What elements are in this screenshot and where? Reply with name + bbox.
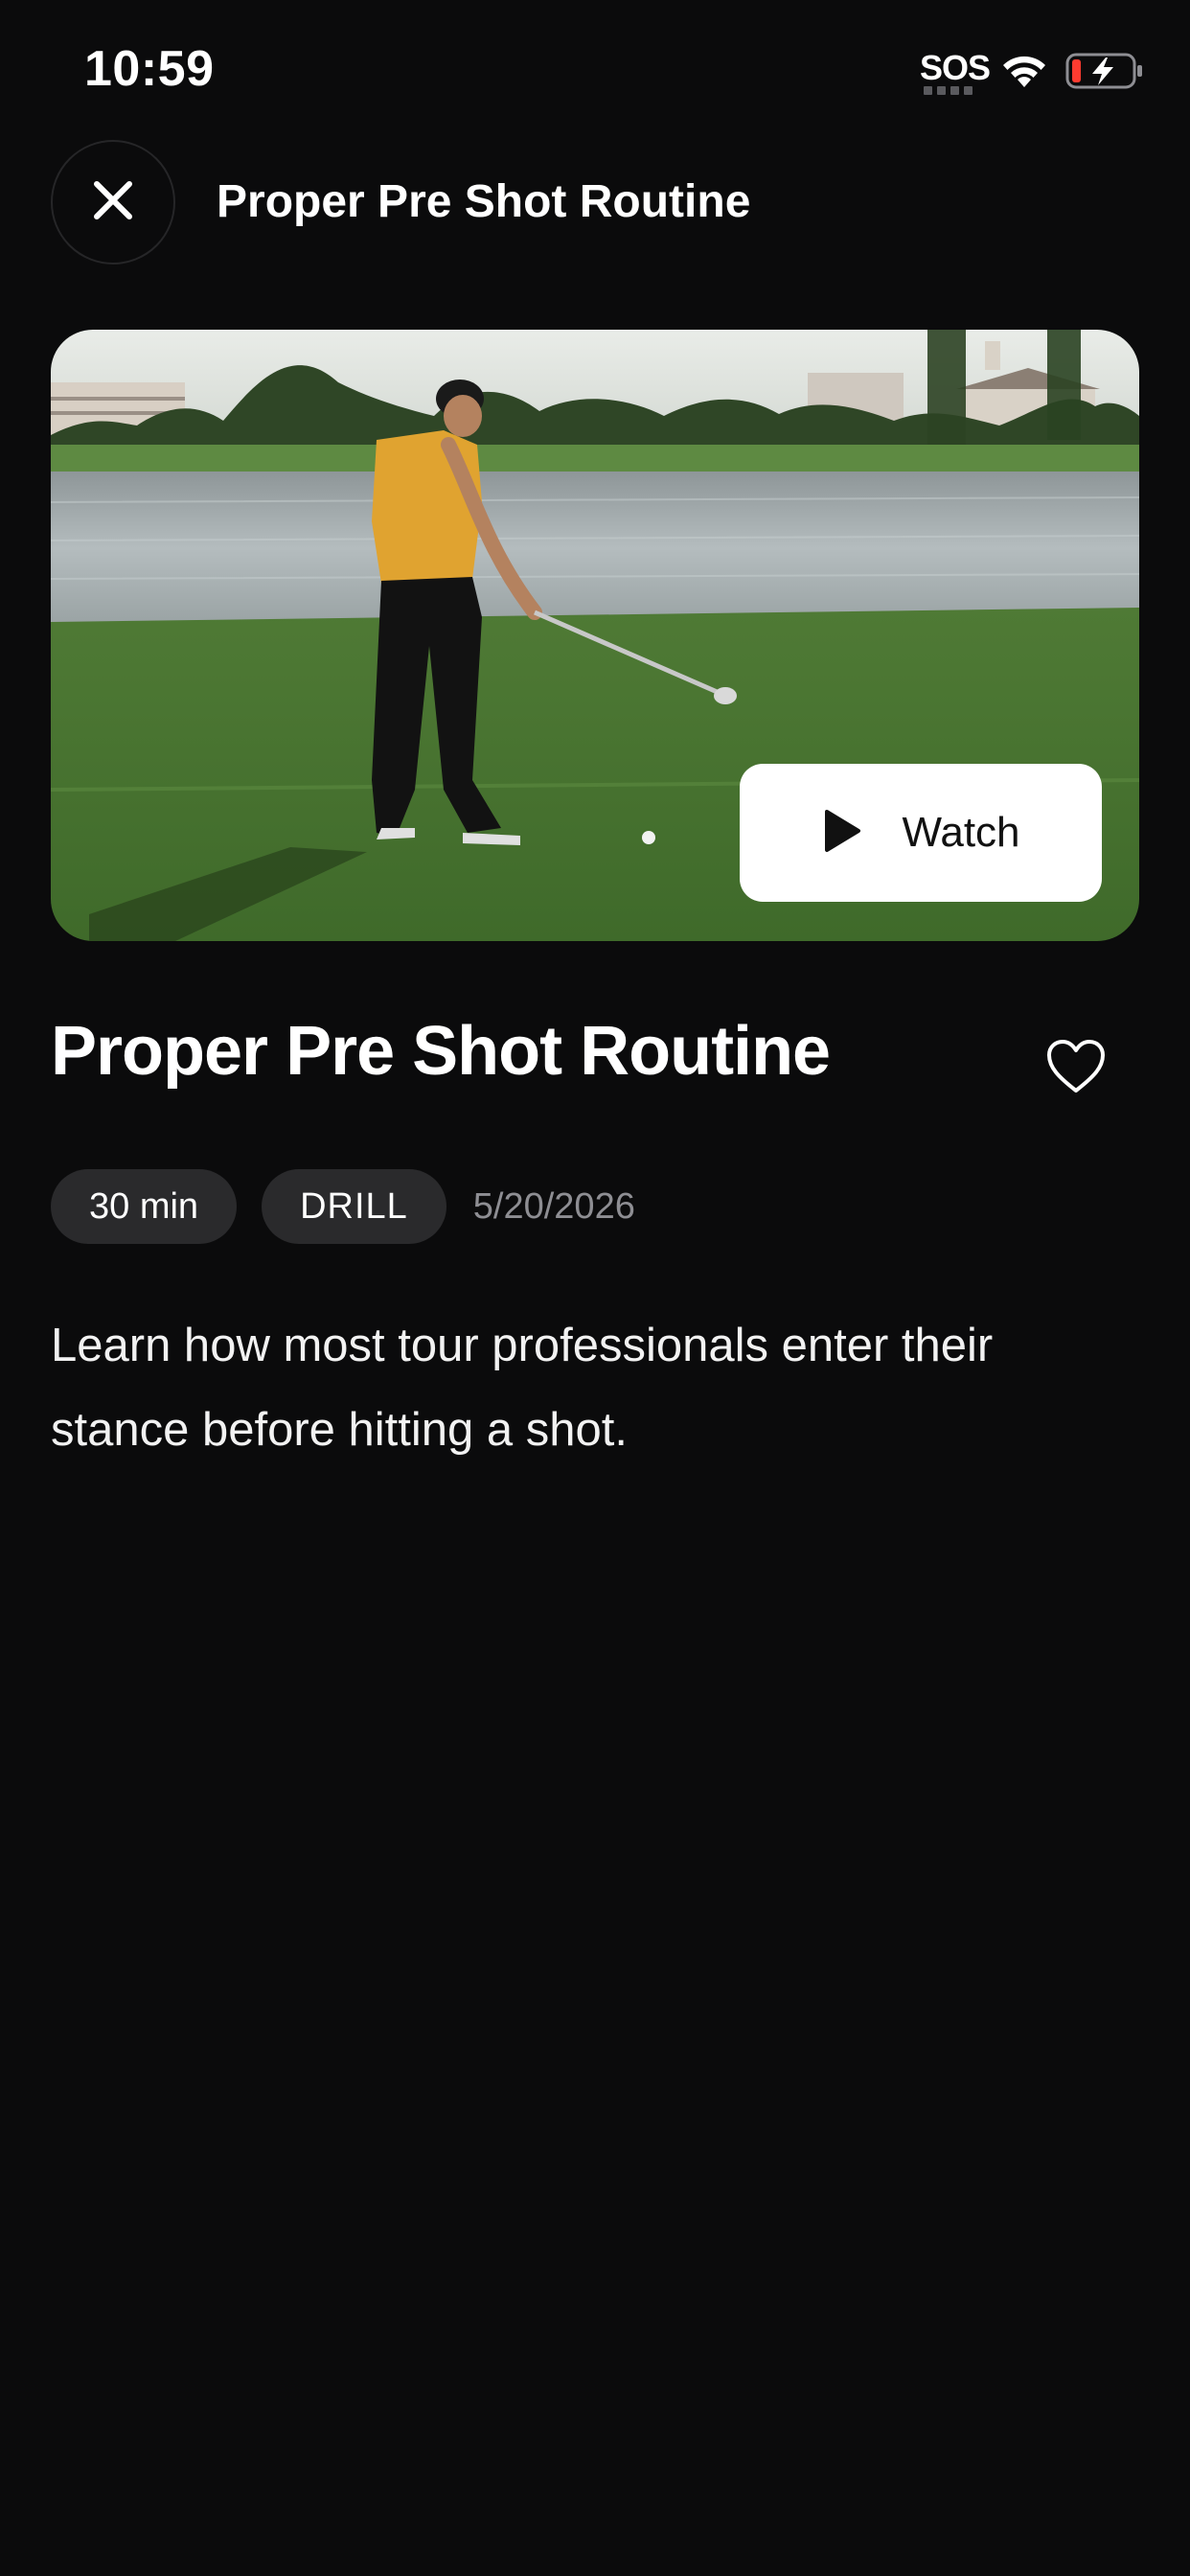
status-icons: SOS: [920, 48, 1144, 98]
lesson-title: Proper Pre Shot Routine: [51, 1013, 831, 1090]
wifi-icon: [1000, 53, 1048, 94]
duration-badge: 30 min: [51, 1169, 238, 1244]
video-thumbnail[interactable]: Watch: [51, 330, 1139, 941]
type-badge: DRILL: [262, 1169, 446, 1244]
status-time: 10:59: [84, 41, 215, 97]
close-icon: [92, 179, 134, 226]
sos-indicator: SOS: [920, 48, 991, 98]
battery-charging-icon: [1065, 52, 1144, 95]
lesson-date: 5/20/2026: [472, 1185, 635, 1227]
sos-label: SOS: [920, 48, 991, 87]
status-bar: 10:59 SOS: [0, 0, 1190, 134]
watch-button[interactable]: Watch: [740, 764, 1102, 902]
play-icon: [821, 809, 861, 858]
lesson-meta: 30 min DRILL 5/20/2026: [51, 1169, 635, 1244]
heart-icon: [1045, 1039, 1107, 1099]
favorite-button[interactable]: [1042, 1035, 1110, 1102]
watch-label: Watch: [902, 809, 1020, 856]
close-button[interactable]: [51, 140, 175, 264]
lesson-description: Learn how most tour professionals enter …: [51, 1320, 994, 1456]
header-title: Proper Pre Shot Routine: [217, 176, 751, 227]
signal-dots-icon: [924, 86, 973, 95]
